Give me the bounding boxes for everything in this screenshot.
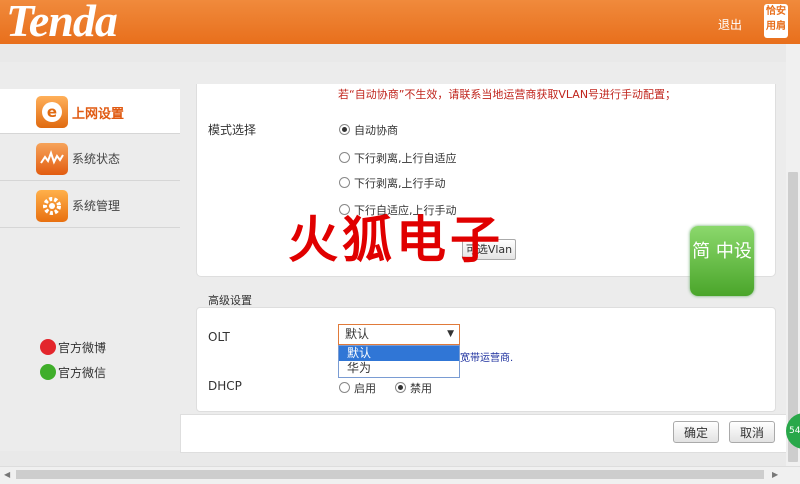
mode-option-auto[interactable]: 自动协商 [339,122,398,138]
advanced-settings-title: 高级设置 [208,294,252,307]
radio-icon [339,382,350,393]
dhcp-enable-radio[interactable]: 启用 [339,380,376,396]
mode-select-label: 模式选择 [208,123,257,137]
cancel-button[interactable]: 取消 [729,421,775,443]
scroll-right-icon[interactable]: ▶ [772,470,778,479]
top-header: Tenda 退出 恰安 用肩 [0,0,800,44]
watermark-text: 火狐电子 [288,211,504,269]
ok-button[interactable]: 确定 [673,421,719,443]
sidebar-item-label: 系统状态 [72,152,121,166]
internet-e-icon: e [36,96,68,128]
dhcp-label: DHCP [208,379,242,393]
sidebar-item-system-status[interactable]: 系统状态 [0,136,180,181]
radio-icon [339,152,350,163]
logout-link[interactable]: 退出 [718,16,742,33]
sidebar-item-label: 系统管理 [72,199,121,213]
olt-option-huawei[interactable]: 华为 [339,361,459,376]
dhcp-disable-radio[interactable]: 禁用 [395,380,432,396]
weibo-icon [40,339,56,355]
sidebar-item-internet-settings[interactable]: e 上网设置 [0,89,180,134]
wechat-link[interactable]: 官方微信 [40,364,106,381]
vlan-warning-text: 若“自动协商”不生效，请联系当地运营商获取VLAN号进行手动配置； [338,88,677,101]
sidebar-item-system-management[interactable]: 系统管理 [0,183,180,228]
olt-dropdown-list: 默认 华为 [338,345,460,378]
gear-icon [36,190,68,222]
corner-logo-badge: 恰安 用肩 [764,4,788,38]
svg-text:e: e [47,103,57,121]
mode-option-strip-adaptive[interactable]: 下行剥离,上行自适应 [339,150,457,166]
radio-icon [395,382,406,393]
olt-option-default[interactable]: 默认 [339,346,459,361]
horizontal-scroll-thumb[interactable] [16,470,764,479]
olt-label: OLT [208,330,230,344]
wechat-icon [40,364,56,380]
olt-select[interactable]: 默认 ▼ [338,324,460,345]
scroll-left-icon[interactable]: ◀ [4,470,10,479]
mode-option-strip-manual[interactable]: 下行剥离,上行手动 [339,175,446,191]
tenda-logo: Tenda [6,0,118,46]
green-leaf-badge: 简 中设 [690,226,754,296]
olt-hint-text: 宽带运营商. [460,353,514,364]
chevron-down-icon: ▼ [447,329,454,339]
weibo-link[interactable]: 官方微博 [40,339,106,356]
radio-icon [339,177,350,188]
sidebar: e 上网设置 系统状态 系统管理 官方微博 官方微信 [0,62,180,451]
status-chart-icon [36,143,68,175]
radio-icon [339,124,350,135]
sidebar-item-label: 上网设置 [72,107,125,122]
